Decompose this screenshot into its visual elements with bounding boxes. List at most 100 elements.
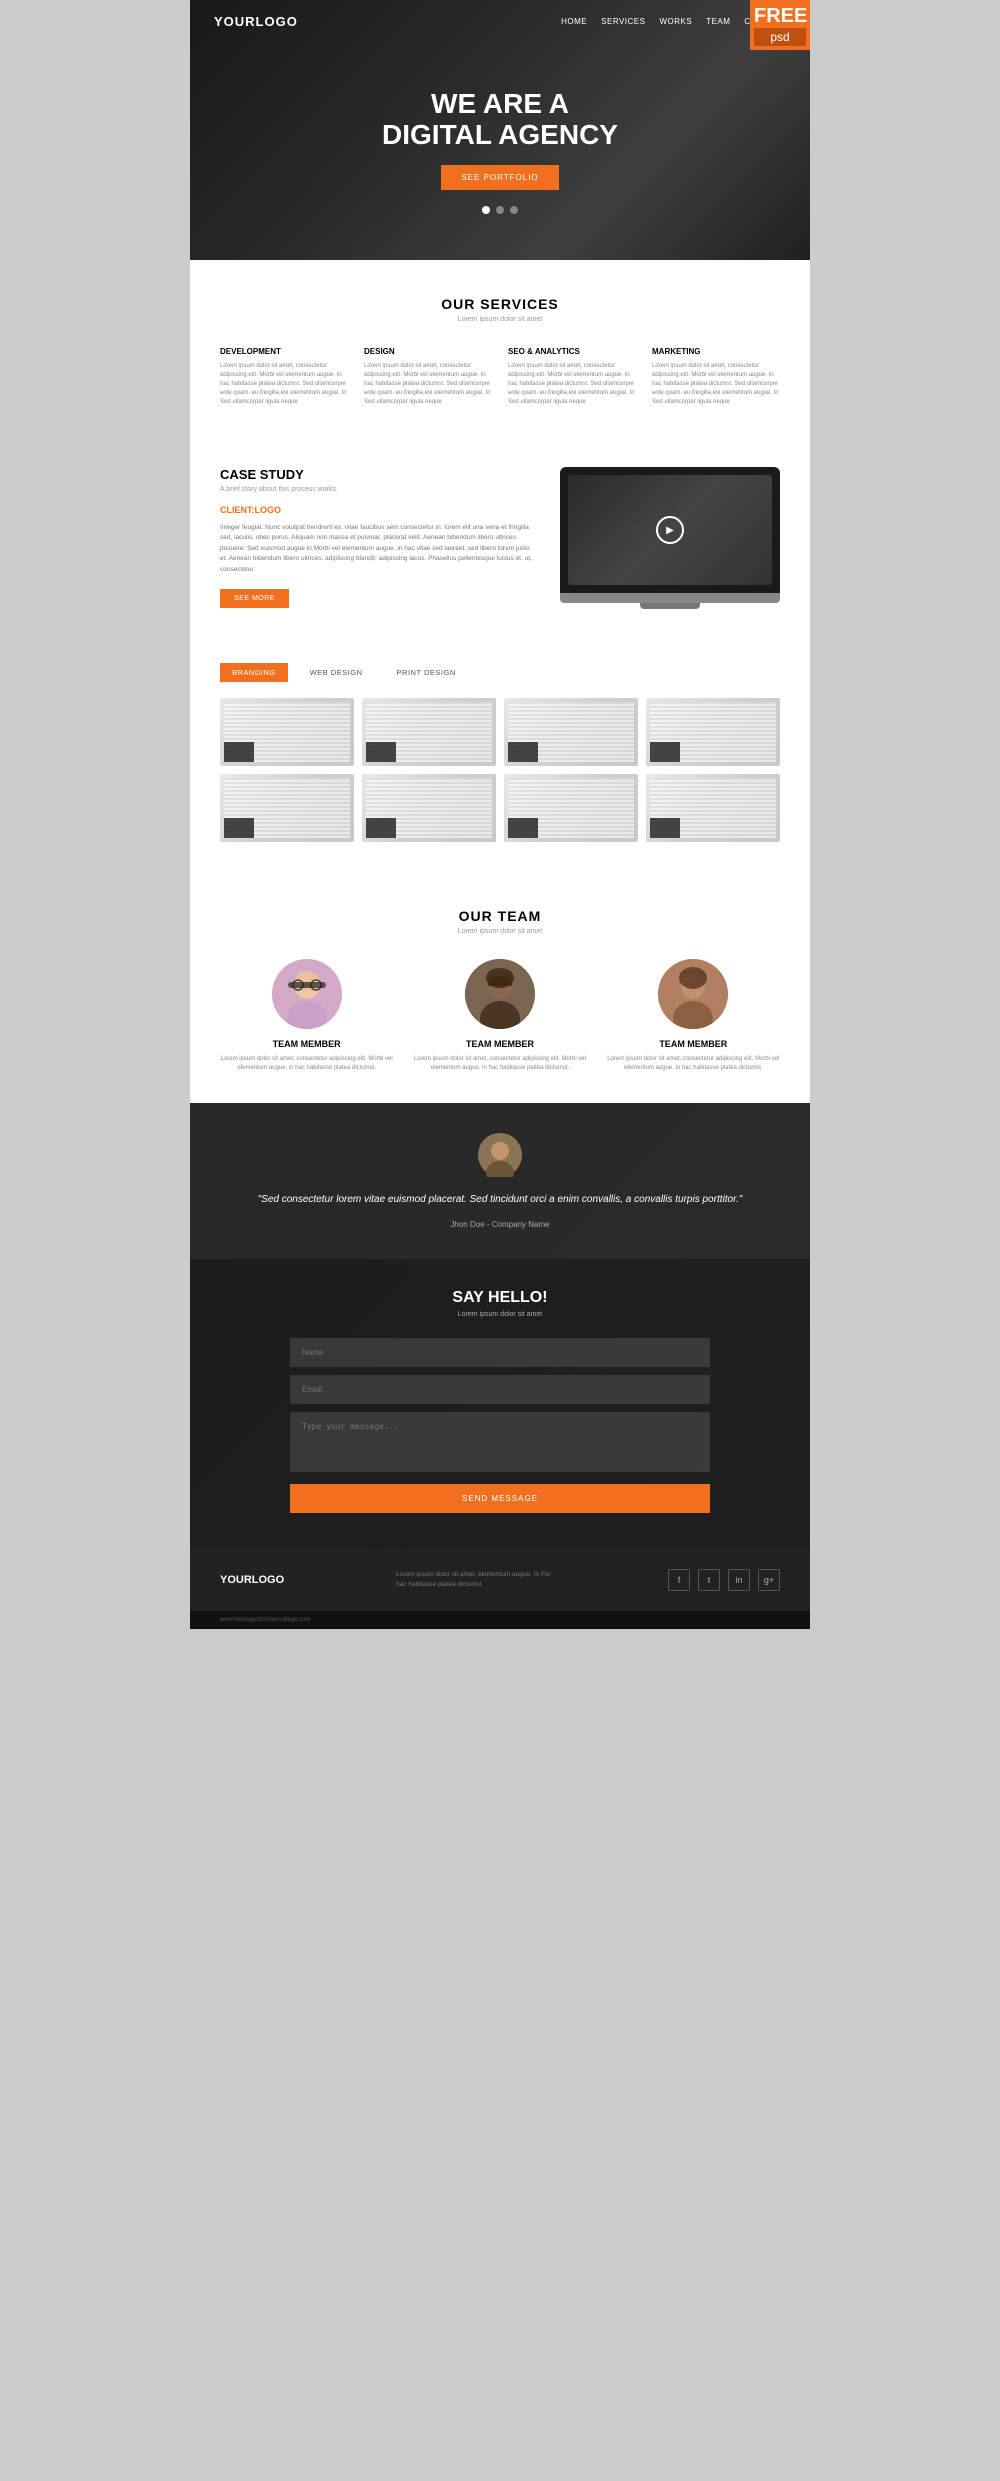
services-subtitle: Lorem ipsum dolor sit amet bbox=[220, 316, 780, 323]
site-logo: YOURLOGO bbox=[214, 14, 298, 29]
cta-button[interactable]: SEE PORTFOLIO bbox=[441, 165, 558, 190]
hero-content: WE ARE A DIGITAL AGENCY SEE PORTFOLIO bbox=[190, 43, 810, 260]
footer-logo: YOURLOGO bbox=[220, 1574, 284, 1586]
service-seo-title: SEO & ANALYTICS bbox=[508, 347, 636, 356]
laptop-mockup: ▶ bbox=[560, 467, 780, 593]
bottom-bar: www.heritagechristiancollege.com bbox=[190, 1611, 810, 1629]
contact-title: SAY HELLO! bbox=[290, 1289, 710, 1307]
hero-title: WE ARE A DIGITAL AGENCY bbox=[382, 89, 618, 151]
case-study-subtitle: A brief story about this process works. bbox=[220, 486, 536, 493]
free-label: FREE bbox=[754, 6, 806, 26]
team-section: OUR TEAM Lorem ipsum dolor sit amet bbox=[190, 872, 810, 1103]
service-seo: SEO & ANALYTICS Lorem ipsum dolor sit am… bbox=[508, 347, 636, 407]
laptop-stand bbox=[640, 603, 700, 609]
dot-3[interactable] bbox=[510, 206, 518, 214]
service-marketing: MARKETING Lorem ipsum dolor sit amet, co… bbox=[652, 347, 780, 407]
case-study-content: CASE STUDY A brief story about this proc… bbox=[220, 467, 536, 608]
psd-label: psd bbox=[754, 28, 806, 46]
team-member-1-name: TEAM MEMBER bbox=[220, 1039, 393, 1049]
services-section: OUR SERVICES Lorem ipsum dolor sit amet … bbox=[190, 260, 810, 437]
service-development: DEVELOPMENT Lorem ipsum dolor sit amet, … bbox=[220, 347, 348, 407]
service-design-text: Lorem ipsum dolor sit amet, consectetur … bbox=[364, 362, 492, 407]
tab-printdesign[interactable]: PRINT DESIGN bbox=[385, 663, 468, 682]
nav-home[interactable]: HOME bbox=[561, 17, 587, 26]
portfolio-item-7[interactable] bbox=[504, 774, 638, 842]
case-study-video: ▶ bbox=[560, 467, 780, 609]
portfolio-grid bbox=[220, 698, 780, 842]
team-member-1-desc: Lorem ipsum dolor sit amet, consectetur … bbox=[220, 1055, 393, 1073]
service-design: DESIGN Lorem ipsum dolor sit amet, conse… bbox=[364, 347, 492, 407]
team-member-2-name: TEAM MEMBER bbox=[413, 1039, 586, 1049]
case-study-title: CASE STUDY bbox=[220, 467, 536, 482]
team-grid: TEAM MEMBER Lorem ipsum dolor sit amet, … bbox=[220, 959, 780, 1073]
team-member-2: TEAM MEMBER Lorem ipsum dolor sit amet, … bbox=[413, 959, 586, 1073]
services-grid: DEVELOPMENT Lorem ipsum dolor sit amet, … bbox=[220, 347, 780, 407]
tab-webdesign[interactable]: WEB DESIGN bbox=[298, 663, 375, 682]
tab-branding[interactable]: BRANDING bbox=[220, 663, 288, 682]
nav-works[interactable]: WORKS bbox=[659, 17, 692, 26]
dot-2[interactable] bbox=[496, 206, 504, 214]
social-twitter[interactable]: t bbox=[698, 1569, 720, 1591]
client-logo: CLIENT:LOGO bbox=[220, 505, 536, 515]
footer: YOURLOGO Lorem ipsum dolor sit amet, ele… bbox=[190, 1549, 810, 1611]
send-button[interactable]: SEND MESSAGE bbox=[290, 1484, 710, 1513]
portfolio-item-5[interactable] bbox=[220, 774, 354, 842]
contact-subtitle: Lorem ipsum dolor sit amet bbox=[290, 1311, 710, 1318]
footer-left: YOURLOGO bbox=[220, 1574, 284, 1586]
portfolio-item-1[interactable] bbox=[220, 698, 354, 766]
avatar-2 bbox=[465, 959, 535, 1029]
carousel-dots bbox=[482, 206, 518, 214]
avatar-3 bbox=[658, 959, 728, 1029]
testimonial-author: Jhon Doe - Company Name bbox=[240, 1220, 760, 1229]
portfolio-item-2[interactable] bbox=[362, 698, 496, 766]
service-marketing-text: Lorem ipsum dolor sit amet, consectetur … bbox=[652, 362, 780, 407]
testimonial-quote: "Sed consectetur lorem vitae euismod pla… bbox=[240, 1191, 760, 1208]
name-input[interactable] bbox=[290, 1338, 710, 1367]
contact-form: SEND MESSAGE bbox=[290, 1338, 710, 1513]
laptop-screen: ▶ bbox=[568, 475, 772, 585]
nav-services[interactable]: SERVICES bbox=[601, 17, 645, 26]
dot-1[interactable] bbox=[482, 206, 490, 214]
email-input[interactable] bbox=[290, 1375, 710, 1404]
case-study-section: CASE STUDY A brief story about this proc… bbox=[190, 437, 810, 639]
contact-section: SAY HELLO! Lorem ipsum dolor sit amet SE… bbox=[190, 1259, 810, 1549]
see-more-button[interactable]: SEE MORE bbox=[220, 589, 289, 608]
portfolio-item-8[interactable] bbox=[646, 774, 780, 842]
testimonial-section: "Sed consectetur lorem vitae euismod pla… bbox=[190, 1103, 810, 1259]
message-input[interactable] bbox=[290, 1412, 710, 1472]
team-member-3-name: TEAM MEMBER bbox=[607, 1039, 780, 1049]
service-seo-text: Lorem ipsum dolor sit amet, consectetur … bbox=[508, 362, 636, 407]
social-facebook[interactable]: f bbox=[668, 1569, 690, 1591]
testimonial-avatar bbox=[478, 1133, 522, 1177]
portfolio-item-4[interactable] bbox=[646, 698, 780, 766]
case-study-text: Integer feugiat. Nunc volutpat hendrerit… bbox=[220, 523, 536, 575]
nav-team[interactable]: TEAM bbox=[706, 17, 730, 26]
social-googleplus[interactable]: g+ bbox=[758, 1569, 780, 1591]
portfolio-tabs: BRANDING WEB DESIGN PRINT DESIGN bbox=[220, 663, 780, 682]
navigation: YOURLOGO HOME SERVICES WORKS TEAM CONTAC… bbox=[190, 0, 810, 43]
team-member-2-desc: Lorem ipsum dolor sit amet, consectetur … bbox=[413, 1055, 586, 1073]
hero-section: FREE psd YOURLOGO HOME SERVICES WORKS TE… bbox=[190, 0, 810, 260]
team-title: OUR TEAM bbox=[220, 908, 780, 924]
service-dev-title: DEVELOPMENT bbox=[220, 347, 348, 356]
service-design-title: DESIGN bbox=[364, 347, 492, 356]
free-badge: FREE psd bbox=[750, 0, 810, 50]
play-button[interactable]: ▶ bbox=[656, 516, 684, 544]
portfolio-item-3[interactable] bbox=[504, 698, 638, 766]
site-url: www.heritagechristiancollege.com bbox=[220, 1617, 310, 1623]
footer-text: Lorem ipsum dolor sit amet, elementum au… bbox=[396, 1570, 556, 1590]
service-marketing-title: MARKETING bbox=[652, 347, 780, 356]
team-subtitle: Lorem ipsum dolor sit amet bbox=[220, 928, 780, 935]
portfolio-item-6[interactable] bbox=[362, 774, 496, 842]
team-member-3-desc: Lorem ipsum dolor sit amet, consectetur … bbox=[607, 1055, 780, 1073]
team-member-1: TEAM MEMBER Lorem ipsum dolor sit amet, … bbox=[220, 959, 393, 1073]
social-linkedin[interactable]: in bbox=[728, 1569, 750, 1591]
social-icons: f t in g+ bbox=[668, 1569, 780, 1591]
services-title: OUR SERVICES bbox=[220, 296, 780, 312]
footer-center: Lorem ipsum dolor sit amet, elementum au… bbox=[396, 1570, 556, 1590]
service-dev-text: Lorem ipsum dolor sit amet, consectetur … bbox=[220, 362, 348, 407]
avatar-1 bbox=[272, 959, 342, 1029]
portfolio-section: BRANDING WEB DESIGN PRINT DESIGN bbox=[190, 639, 810, 872]
team-member-3: TEAM MEMBER Lorem ipsum dolor sit amet, … bbox=[607, 959, 780, 1073]
laptop-base bbox=[560, 593, 780, 603]
